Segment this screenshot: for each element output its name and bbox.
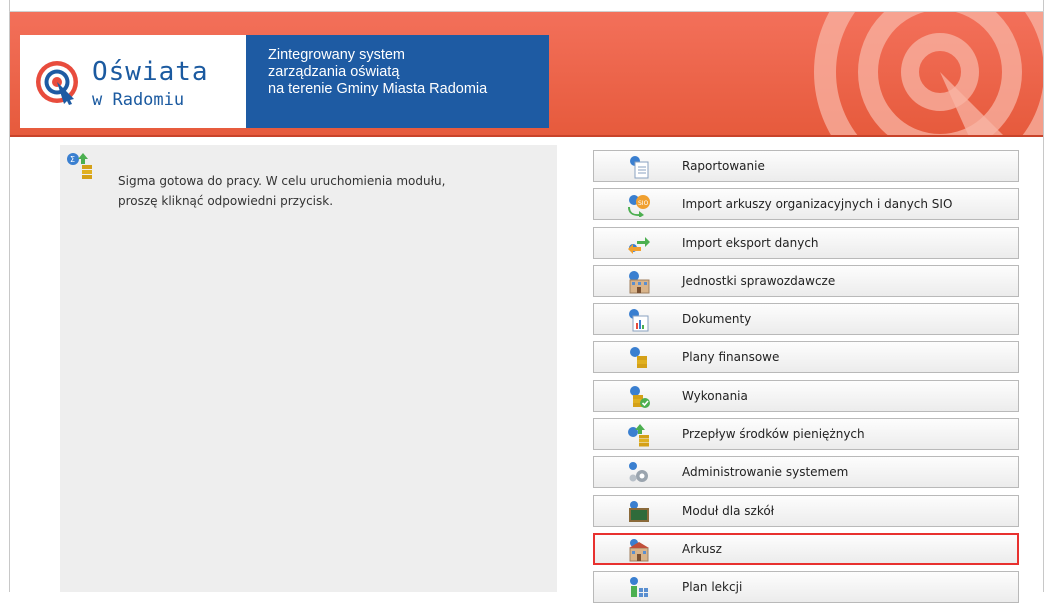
- cashflow-icon: [628, 424, 649, 447]
- school-sheet-icon: [629, 538, 649, 562]
- module-label: Przepływ środków pieniężnych: [682, 427, 865, 442]
- status-panel: Σ Sigma gotowa do pracy. W celu uruchomi…: [60, 145, 557, 592]
- target-logo-icon: [36, 61, 78, 105]
- tagline: Zintegrowany system zarządzania oświatą …: [246, 35, 549, 128]
- svg-text:SIO: SIO: [638, 200, 649, 207]
- status-message: Sigma gotowa do pracy. W celu uruchomien…: [118, 171, 538, 211]
- module-label: Wykonania: [682, 388, 748, 403]
- module-label: Import arkuszy organizacyjnych i danych …: [682, 197, 953, 212]
- sio-import-icon: SIO: [628, 195, 650, 218]
- module-button-raportowanie[interactable]: Raportowanie: [593, 150, 1019, 182]
- logo[interactable]: Oświata w Radomiu: [20, 35, 246, 128]
- module-label: Import eksport danych: [682, 235, 819, 250]
- module-button-import-eksport[interactable]: Import eksport danych: [593, 226, 1019, 259]
- window-border-right: [1043, 0, 1044, 592]
- module-button-arkusz[interactable]: Arkusz: [593, 532, 1019, 565]
- module-button-szkoly[interactable]: Moduł dla szkół: [593, 494, 1019, 527]
- module-button-import-sio[interactable]: SIO Import arkuszy organizacyjnych i dan…: [593, 188, 1019, 221]
- tagline-line: Zintegrowany system: [268, 47, 405, 63]
- module-button-plany-finansowe[interactable]: Plany finansowe: [593, 341, 1019, 374]
- module-label: Raportowanie: [682, 159, 765, 173]
- tagline-line: na terenie Gminy Miasta Radomia: [268, 81, 488, 97]
- sigma-coins-icon: Σ: [67, 153, 92, 179]
- import-export-icon: [628, 236, 650, 254]
- module-button-jednostki[interactable]: Jednostki sprawozdawcze: [593, 264, 1019, 297]
- gears-icon: [629, 462, 648, 483]
- module-label: Dokumenty: [682, 312, 752, 327]
- module-label: Administrowanie systemem: [682, 465, 849, 480]
- status-line: proszę kliknąć odpowiedni przycisk.: [118, 194, 334, 208]
- building-icon: [629, 270, 650, 294]
- target-decoration-icon: [814, 12, 1043, 137]
- module-buttons: Raportowanie SIO Import arkuszy organiza…: [593, 150, 1019, 610]
- report-icon: [630, 156, 649, 179]
- module-label: Plany finansowe: [682, 350, 780, 365]
- status-line: Sigma gotowa do pracy. W celu uruchomien…: [118, 174, 446, 188]
- module-label: Moduł dla szkół: [682, 503, 775, 518]
- coins-icon: [630, 347, 647, 369]
- module-button-dokumenty[interactable]: Dokumenty: [593, 303, 1019, 336]
- coins-check-icon: [630, 385, 650, 408]
- module-label: Jednostki sprawozdawcze: [682, 273, 836, 288]
- module-button-wykonania[interactable]: Wykonania: [593, 379, 1019, 412]
- module-label: Arkusz: [682, 541, 722, 556]
- tagline-line: zarządzania oświatą: [268, 64, 400, 80]
- blackboard-icon: [629, 500, 649, 522]
- schedule-icon: [630, 577, 648, 598]
- svg-text:Σ: Σ: [70, 155, 75, 164]
- module-button-administrowanie[interactable]: Administrowanie systemem: [593, 456, 1019, 489]
- module-button-plan-lekcji[interactable]: Plan lekcji: [593, 571, 1019, 604]
- logo-subtitle: w Radomiu: [92, 90, 185, 110]
- header-banner: Oświata w Radomiu Zintegrowany system za…: [10, 12, 1043, 137]
- module-button-przeplyw[interactable]: Przepływ środków pieniężnych: [593, 418, 1019, 451]
- logo-title: Oświata: [92, 57, 209, 87]
- documents-chart-icon: [629, 309, 649, 332]
- module-label: Plan lekcji: [682, 580, 743, 595]
